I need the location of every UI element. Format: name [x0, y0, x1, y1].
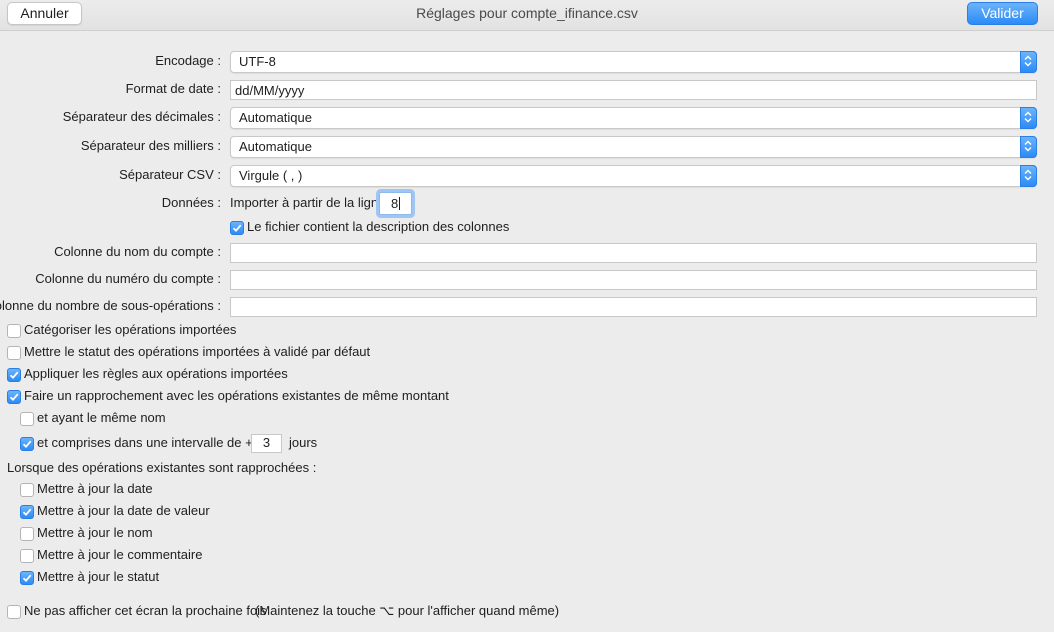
option-key-hint: (Maintenez la touche ⌥ pour l'afficher q… [255, 603, 560, 618]
encoding-popup[interactable]: UTF-8 [230, 51, 1037, 73]
account-name-column-field[interactable] [230, 243, 1037, 263]
date-format-value: dd/MM/yyyy [235, 83, 305, 98]
dont-show-checkbox[interactable] [7, 605, 21, 619]
encoding-value: UTF-8 [239, 54, 276, 69]
decimal-separator-label: Séparateur des décimales : [62, 109, 221, 124]
interval-label: et comprises dans une intervalle de +/- [37, 435, 261, 450]
reconcile-checkbox[interactable] [7, 390, 21, 404]
popup-chevrons-icon [1020, 107, 1037, 129]
interval-checkbox[interactable] [20, 437, 34, 451]
popup-chevrons-icon [1020, 51, 1037, 73]
import-from-line-field[interactable]: 8 [379, 192, 412, 215]
validate-button[interactable]: Valider [967, 2, 1038, 25]
import-from-line-value: 8 [391, 196, 399, 211]
validated-status-label: Mettre le statut des opérations importée… [24, 344, 371, 359]
csv-separator-value: Virgule ( , ) [239, 168, 303, 183]
date-format-label: Format de date : [125, 81, 221, 96]
account-number-column-label: Colonne du numéro du compte : [35, 271, 221, 286]
interval-unit-label: jours [289, 435, 318, 450]
title-bar: Annuler Réglages pour compte_ifinance.cs… [0, 0, 1054, 31]
reconciled-heading: Lorsque des opérations existantes sont r… [7, 460, 317, 475]
apply-rules-label: Appliquer les règles aux opérations impo… [24, 366, 288, 381]
reconcile-label: Faire un rapprochement avec les opératio… [24, 388, 449, 403]
decimal-separator-popup[interactable]: Automatique [230, 107, 1037, 129]
date-format-field[interactable]: dd/MM/yyyy [230, 80, 1037, 100]
update-comment-checkbox[interactable] [20, 549, 34, 563]
checkmark-icon [9, 393, 19, 402]
csv-separator-label: Séparateur CSV : [119, 167, 221, 182]
update-status-checkbox[interactable] [20, 571, 34, 585]
checkmark-icon [22, 574, 32, 583]
popup-chevrons-icon [1020, 165, 1037, 187]
data-label: Données : [161, 195, 221, 210]
has-header-label: Le fichier contient la description des c… [247, 219, 510, 234]
update-value-date-label: Mettre à jour la date de valeur [37, 503, 210, 518]
account-name-column-label: Colonne du nom du compte : [54, 244, 221, 259]
thousands-separator-popup[interactable]: Automatique [230, 136, 1037, 158]
update-status-label: Mettre à jour le statut [37, 569, 160, 584]
account-number-column-field[interactable] [230, 270, 1037, 290]
decimal-separator-value: Automatique [239, 110, 312, 125]
encoding-label: Encodage : [155, 53, 221, 68]
update-comment-label: Mettre à jour le commentaire [37, 547, 203, 562]
sub-operations-column-field[interactable] [230, 297, 1037, 317]
csv-separator-popup[interactable]: Virgule ( , ) [230, 165, 1037, 187]
update-date-label: Mettre à jour la date [37, 481, 153, 496]
update-date-checkbox[interactable] [20, 483, 34, 497]
same-name-label: et ayant le même nom [37, 410, 166, 425]
checkmark-icon [232, 224, 242, 233]
update-name-label: Mettre à jour le nom [37, 525, 153, 540]
thousands-separator-value: Automatique [239, 139, 312, 154]
import-from-line-label: Importer à partir de la ligne [230, 195, 386, 210]
update-value-date-checkbox[interactable] [20, 505, 34, 519]
interval-days-field[interactable]: 3 [251, 434, 282, 453]
text-cursor [399, 197, 400, 210]
sub-operations-column-label: Colonne du nombre de sous-opérations : [0, 298, 221, 313]
categorize-label: Catégoriser les opérations importées [24, 322, 237, 337]
validated-status-checkbox[interactable] [7, 346, 21, 360]
categorize-checkbox[interactable] [7, 324, 21, 338]
checkmark-icon [9, 371, 19, 380]
window-title: Réglages pour compte_ifinance.csv [416, 5, 638, 21]
checkmark-icon [22, 508, 32, 517]
thousands-separator-label: Séparateur des milliers : [80, 138, 221, 153]
update-name-checkbox[interactable] [20, 527, 34, 541]
same-name-checkbox[interactable] [20, 412, 34, 426]
dont-show-label: Ne pas afficher cet écran la prochaine f… [24, 603, 267, 618]
popup-chevrons-icon [1020, 136, 1037, 158]
apply-rules-checkbox[interactable] [7, 368, 21, 382]
has-header-checkbox[interactable] [230, 221, 244, 235]
checkmark-icon [22, 440, 32, 449]
